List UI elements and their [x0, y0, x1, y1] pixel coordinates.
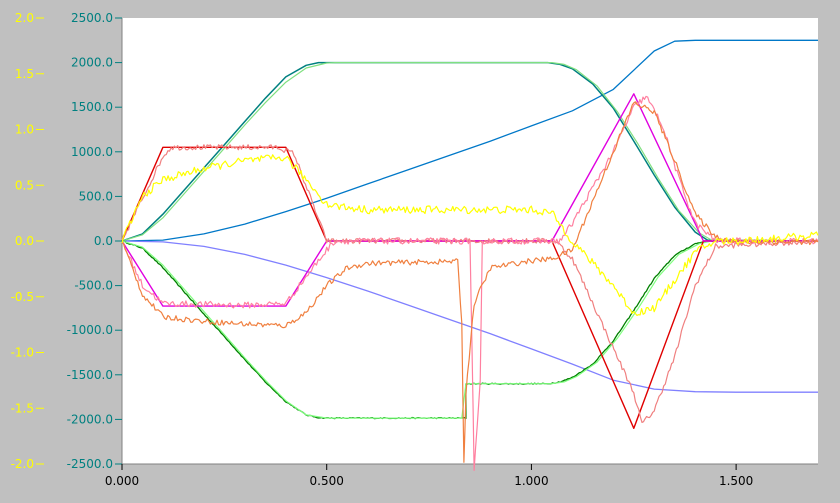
right-axis-tick-label: -1500.0: [67, 368, 113, 382]
left-axis-tick-label: -2.0: [11, 457, 34, 471]
left-axis-tick-label: 1.0: [15, 123, 34, 137]
right-axis-tick-label: 0.0: [94, 234, 113, 248]
left-axis-tick-label: 1.5: [15, 67, 34, 81]
left-axis-tick-label: -1.5: [11, 401, 34, 415]
right-axis-tick-label: 500.0: [79, 189, 113, 203]
chart: 2500.0 2000.0 1500.0 1000.0 500.0 0.0 -500.0 -1…: [0, 0, 840, 503]
x-axis-tick-label: 0.500: [310, 474, 344, 488]
right-axis-tick-label: 2000.0: [71, 56, 113, 70]
right-axis-tick-label: -2000.0: [67, 412, 113, 426]
x-axis-tick-label: 1.500: [719, 474, 753, 488]
right-axis-tick-label: 2500.0: [71, 11, 113, 25]
right-axis-tick-label: 1000.0: [71, 145, 113, 159]
left-axis-tick-label: -1.0: [11, 346, 34, 360]
x-axis-tick-label: 0.000: [105, 474, 139, 488]
left-axis-tick-label: -0.5: [11, 290, 34, 304]
right-axis-tick-label: -500.0: [74, 279, 113, 293]
left-axis-tick-label: 0.5: [15, 178, 34, 192]
right-axis-tick-label: -1000.0: [67, 323, 113, 337]
left-axis-tick-label: 2.0: [15, 11, 34, 25]
right-axis-tick-label: -2500.0: [67, 457, 113, 471]
left-axis-tick-label: 0.0: [15, 234, 34, 248]
x-axis-tick-label: 1.000: [514, 474, 548, 488]
right-axis-tick-label: 1500.0: [71, 100, 113, 114]
